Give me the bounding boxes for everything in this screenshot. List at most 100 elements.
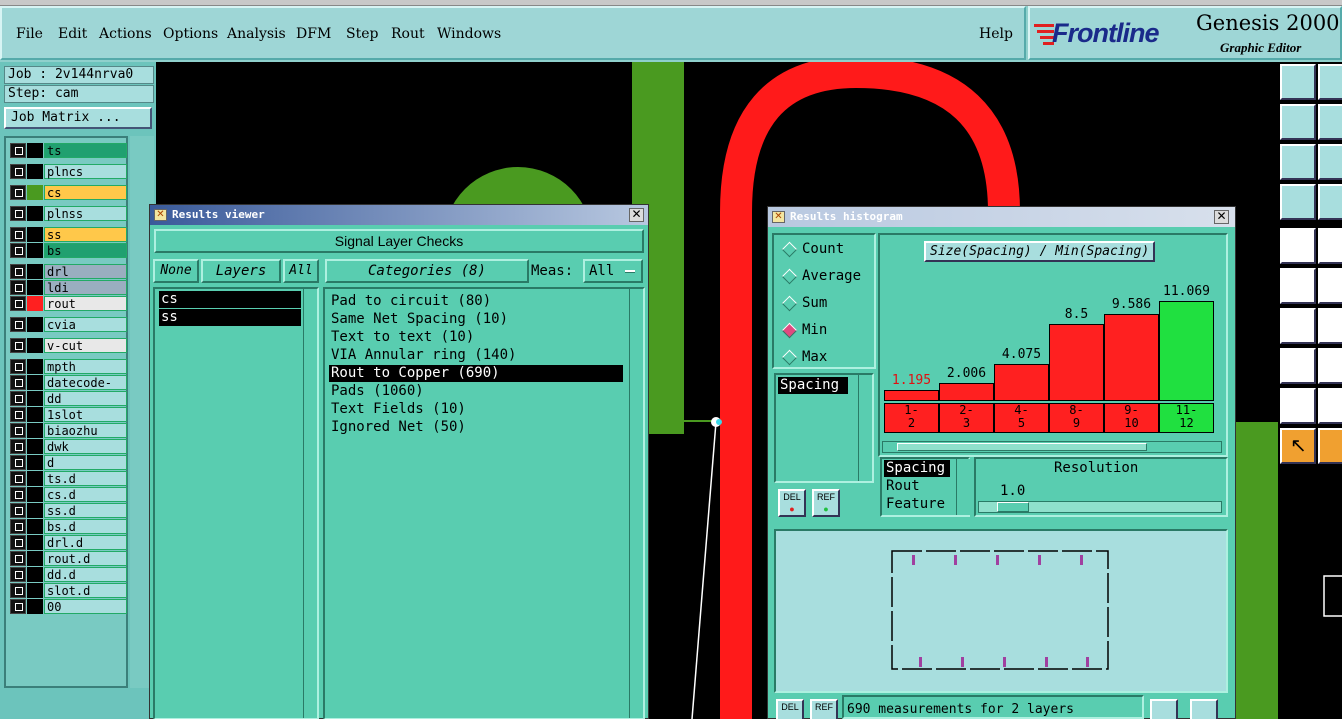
layer-color-swatch[interactable] bbox=[27, 439, 43, 454]
tool-zoom-area-icon[interactable] bbox=[1280, 144, 1316, 180]
feature-preview[interactable] bbox=[774, 529, 1228, 693]
layer-checkbox[interactable] bbox=[10, 551, 26, 566]
layer-color-swatch[interactable] bbox=[27, 423, 43, 438]
tool-snap-icon[interactable] bbox=[1318, 184, 1342, 220]
layer-checkbox[interactable] bbox=[10, 471, 26, 486]
histogram-bar[interactable] bbox=[939, 383, 994, 401]
layer-color-swatch[interactable] bbox=[27, 375, 43, 390]
measure-attr-scrollbar[interactable] bbox=[956, 459, 970, 515]
measure-attr-item[interactable]: Rout bbox=[884, 478, 920, 495]
layer-checkbox[interactable] bbox=[10, 407, 26, 422]
window-menu-icon[interactable]: ✕ bbox=[772, 211, 785, 223]
menu-dfm[interactable]: DFM bbox=[296, 26, 331, 42]
layer-row[interactable]: d bbox=[9, 455, 127, 470]
layer-checkbox[interactable] bbox=[10, 375, 26, 390]
layer-checkbox[interactable] bbox=[10, 338, 26, 353]
tool-angle2-icon[interactable] bbox=[1318, 308, 1342, 344]
layer-name[interactable]: ldi bbox=[44, 280, 127, 295]
job-matrix-button[interactable]: Job Matrix ... bbox=[4, 107, 152, 129]
histogram-bar[interactable] bbox=[1104, 314, 1159, 401]
layer-color-swatch[interactable] bbox=[27, 599, 43, 614]
layer-row[interactable]: ts bbox=[9, 143, 127, 158]
layer-checkbox[interactable] bbox=[10, 164, 26, 179]
measure-attr-list[interactable]: Spacing Rout Feature bbox=[880, 457, 970, 517]
mode-min-radio[interactable]: Min bbox=[780, 320, 827, 340]
layer-name[interactable]: drl.d bbox=[44, 535, 127, 550]
layer-name[interactable]: bs bbox=[44, 243, 127, 258]
layer-checkbox[interactable] bbox=[10, 487, 26, 502]
layer-checkbox[interactable] bbox=[10, 227, 26, 242]
layer-name[interactable]: rout bbox=[44, 296, 127, 311]
layer-row[interactable]: plnss bbox=[9, 206, 127, 221]
category-item[interactable]: VIA Annular ring (140) bbox=[329, 347, 623, 364]
layer-name[interactable]: 1slot bbox=[44, 407, 127, 422]
layer-checkbox[interactable] bbox=[10, 185, 26, 200]
attr-list-scrollbar[interactable] bbox=[858, 375, 872, 481]
layer-color-swatch[interactable] bbox=[27, 567, 43, 582]
histogram-category[interactable]: 9- 10 bbox=[1104, 403, 1159, 433]
layer-checkbox[interactable] bbox=[10, 143, 26, 158]
signal-layer-checks-button[interactable]: Signal Layer Checks bbox=[154, 229, 644, 253]
layer-row[interactable]: plncs bbox=[9, 164, 127, 179]
layer-color-swatch[interactable] bbox=[27, 471, 43, 486]
measure-attr-item[interactable]: Feature bbox=[884, 496, 945, 513]
layer-color-swatch[interactable] bbox=[27, 264, 43, 279]
histogram-category[interactable]: 11- 12 bbox=[1159, 403, 1214, 433]
tool-pan-icon[interactable] bbox=[1318, 144, 1342, 180]
tool-line-icon[interactable] bbox=[1318, 228, 1342, 264]
histogram-category[interactable]: 2- 3 bbox=[939, 403, 994, 433]
layer-row[interactable]: ss bbox=[9, 227, 127, 242]
layer-row[interactable]: ss.d bbox=[9, 503, 127, 518]
menu-step[interactable]: Step bbox=[346, 26, 378, 42]
layer-name[interactable]: ss.d bbox=[44, 503, 127, 518]
layer-checkbox[interactable] bbox=[10, 423, 26, 438]
mode-sum-radio[interactable]: Sum bbox=[780, 293, 827, 313]
window-menu-icon[interactable]: ✕ bbox=[154, 209, 167, 221]
layer-checkbox[interactable] bbox=[10, 264, 26, 279]
layer-result-item[interactable]: cs bbox=[159, 291, 301, 308]
layer-row[interactable]: bs bbox=[9, 243, 127, 258]
layer-result-item[interactable]: ss bbox=[159, 309, 301, 326]
menu-options[interactable]: Options bbox=[163, 26, 218, 42]
layer-name[interactable]: ts bbox=[44, 143, 127, 158]
layer-color-swatch[interactable] bbox=[27, 164, 43, 179]
layer-color-swatch[interactable] bbox=[27, 583, 43, 598]
all-button[interactable]: All bbox=[283, 259, 319, 283]
mode-count-radio[interactable]: Count bbox=[780, 239, 844, 259]
layer-checkbox[interactable] bbox=[10, 317, 26, 332]
category-results-list[interactable]: Pad to circuit (80) Same Net Spacing (10)… bbox=[323, 287, 645, 719]
histogram-bar[interactable] bbox=[1159, 301, 1214, 401]
menu-windows[interactable]: Windows bbox=[437, 26, 501, 42]
category-item[interactable]: Pad to circuit (80) bbox=[329, 293, 623, 310]
layer-results-list[interactable]: cs ss bbox=[153, 287, 319, 719]
tool-angle-icon[interactable] bbox=[1280, 308, 1316, 344]
histogram-category[interactable]: 8- 9 bbox=[1049, 403, 1104, 433]
layer-checkbox[interactable] bbox=[10, 296, 26, 311]
menu-analysis[interactable]: Analysis bbox=[227, 26, 286, 42]
layer-checkbox[interactable] bbox=[10, 359, 26, 374]
del-button-bottom[interactable]: DEL bbox=[776, 699, 804, 719]
measure-attr-item[interactable]: Spacing bbox=[884, 460, 950, 477]
histogram-bar[interactable] bbox=[994, 364, 1049, 401]
layer-name[interactable]: cs.d bbox=[44, 487, 127, 502]
categories-button[interactable]: Categories (8) bbox=[325, 259, 529, 283]
histogram-bar[interactable] bbox=[884, 390, 939, 401]
layer-name[interactable]: cs bbox=[44, 185, 127, 200]
layer-name[interactable]: plncs bbox=[44, 164, 127, 179]
layer-name[interactable]: plnss bbox=[44, 206, 127, 221]
layer-color-swatch[interactable] bbox=[27, 503, 43, 518]
layer-row[interactable]: ldi bbox=[9, 280, 127, 295]
layer-checkbox[interactable] bbox=[10, 583, 26, 598]
ref-button[interactable]: REF ● bbox=[812, 489, 840, 517]
results-histogram-close-button[interactable]: ✕ bbox=[1214, 210, 1229, 224]
histogram-hscroll[interactable] bbox=[882, 441, 1222, 453]
none-button[interactable]: None bbox=[153, 259, 199, 283]
layer-name[interactable]: dd bbox=[44, 391, 127, 406]
resolution-slider[interactable] bbox=[978, 501, 1222, 513]
layer-checkbox[interactable] bbox=[10, 503, 26, 518]
layer-checkbox[interactable] bbox=[10, 280, 26, 295]
layer-row[interactable]: ts.d bbox=[9, 471, 127, 486]
tool-zoom-back-icon[interactable] bbox=[1280, 104, 1316, 140]
layer-row[interactable]: cvia bbox=[9, 317, 127, 332]
layer-name[interactable]: drl bbox=[44, 264, 127, 279]
